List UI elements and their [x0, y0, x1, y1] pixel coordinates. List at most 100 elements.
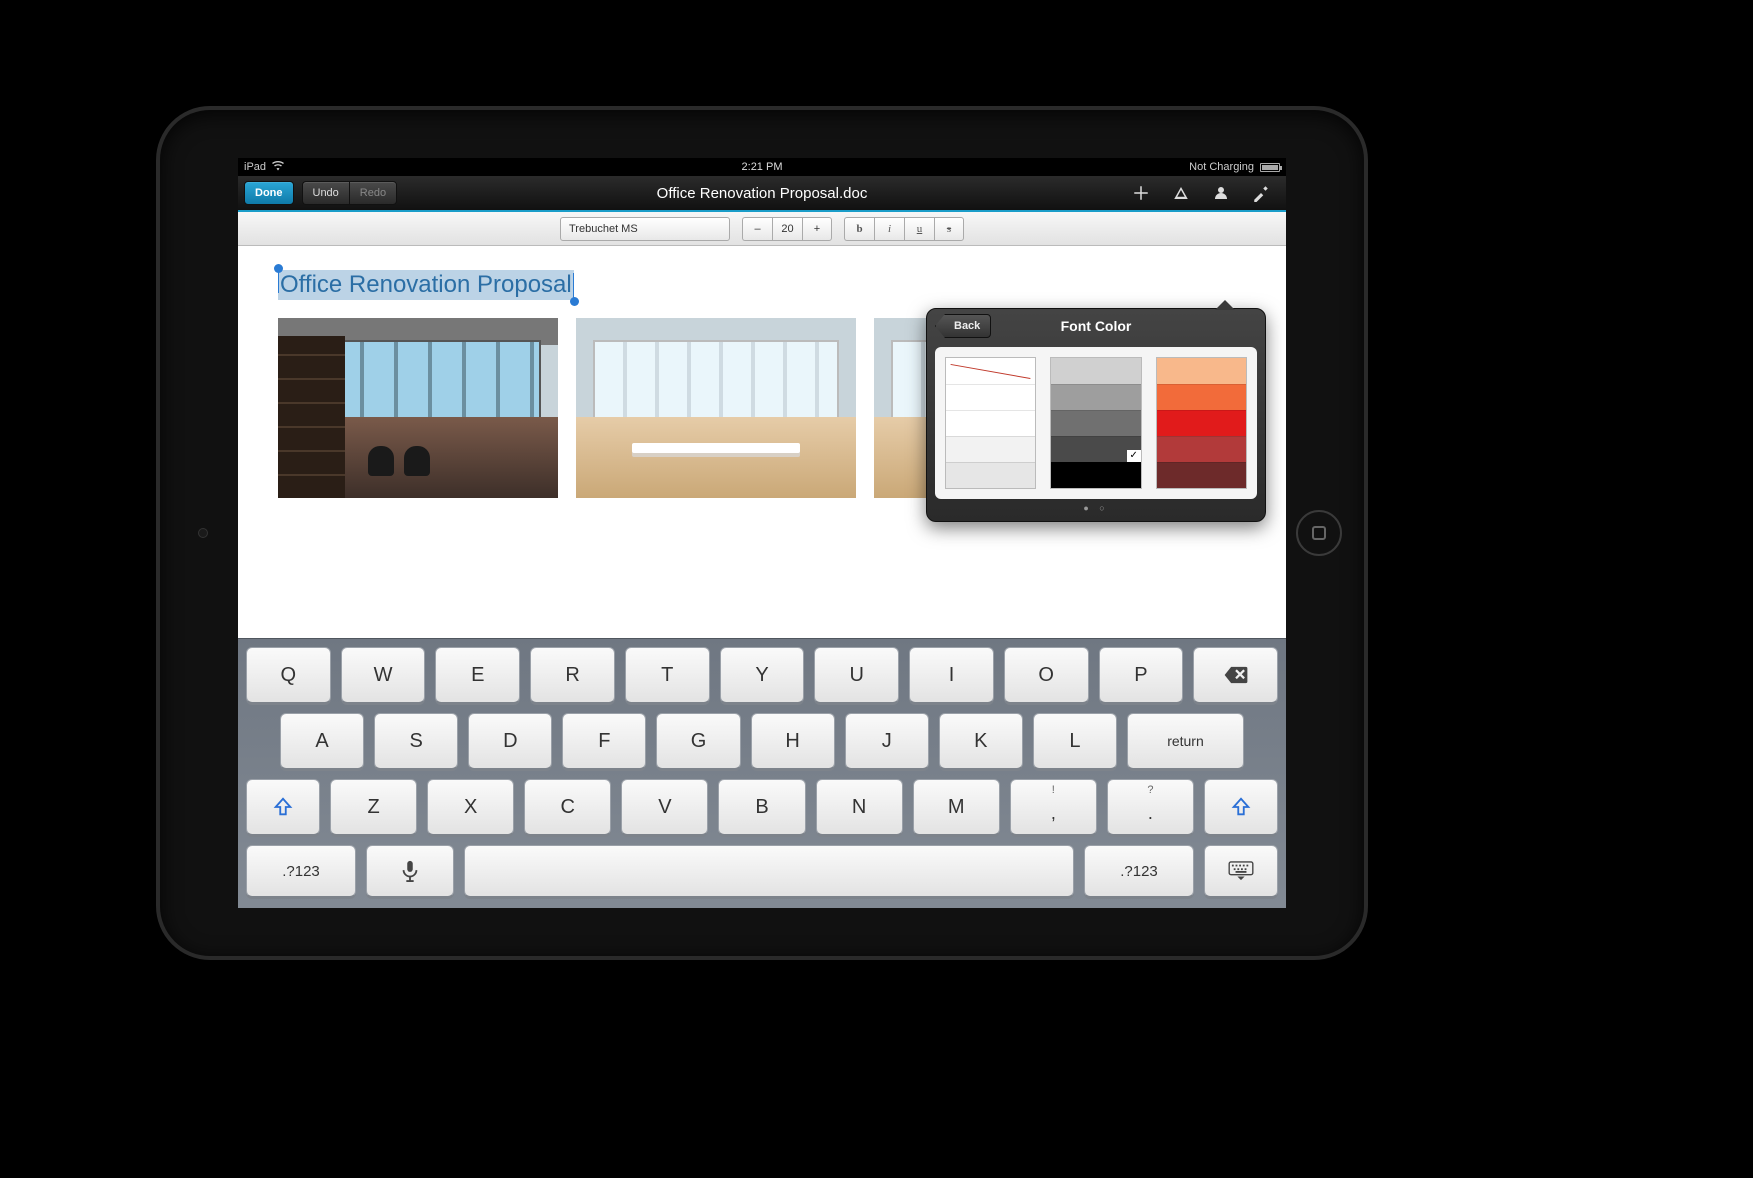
color-swatch[interactable]	[1051, 462, 1140, 488]
key-h[interactable]: H	[751, 713, 835, 769]
key-punct[interactable]: !,	[1010, 779, 1097, 835]
font-size-group: – 20 +	[742, 217, 832, 241]
add-icon[interactable]	[1132, 184, 1150, 202]
key-q[interactable]: Q	[246, 647, 331, 703]
key-t[interactable]: T	[625, 647, 710, 703]
font-selector[interactable]: Trebuchet MS	[560, 217, 730, 241]
key-row-4: .?123 .?123	[246, 845, 1278, 897]
color-swatch[interactable]	[946, 358, 1035, 384]
color-swatch[interactable]	[1157, 384, 1246, 410]
key-s[interactable]: S	[374, 713, 458, 769]
space-key[interactable]	[464, 845, 1074, 897]
key-row-2: ASDFGHJKLreturn	[246, 713, 1278, 769]
font-size-value[interactable]: 20	[772, 217, 802, 241]
selection-handle-end[interactable]	[570, 297, 579, 306]
screen: iPad 2:21 PM Not Charging Done Undo Redo…	[238, 158, 1286, 908]
increase-size-button[interactable]: +	[802, 217, 832, 241]
key-k[interactable]: K	[939, 713, 1023, 769]
key-u[interactable]: U	[814, 647, 899, 703]
strike-button[interactable]: s	[934, 217, 964, 241]
image-2[interactable]	[576, 318, 856, 498]
home-button[interactable]	[1296, 510, 1342, 556]
swatch-column-1	[945, 357, 1036, 489]
numbers-key[interactable]: .?123	[246, 845, 356, 897]
charge-status: Not Charging	[1189, 161, 1254, 173]
app-navbar: Done Undo Redo Office Renovation Proposa…	[238, 176, 1286, 212]
back-button[interactable]: Back	[935, 314, 991, 338]
key-row-1: QWERTYUIOP	[246, 647, 1278, 703]
color-swatch[interactable]	[1157, 462, 1246, 488]
undo-redo-group: Undo Redo	[302, 181, 398, 205]
color-swatch[interactable]	[1157, 358, 1246, 384]
numbers-key[interactable]: .?123	[1084, 845, 1194, 897]
key-o[interactable]: O	[1004, 647, 1089, 703]
color-swatch[interactable]	[1051, 384, 1140, 410]
document-canvas[interactable]: Office Renovation Proposal	[238, 246, 1286, 638]
color-swatch[interactable]	[946, 384, 1035, 410]
style-group: b i u s	[844, 217, 964, 241]
italic-button[interactable]: i	[874, 217, 904, 241]
color-swatch[interactable]	[946, 410, 1035, 436]
selected-heading[interactable]: Office Renovation Proposal	[278, 270, 574, 300]
key-j[interactable]: J	[845, 713, 929, 769]
redo-button[interactable]: Redo	[349, 181, 397, 205]
key-z[interactable]: Z	[330, 779, 417, 835]
color-swatch[interactable]	[946, 436, 1035, 462]
battery-icon	[1260, 163, 1280, 172]
return-key[interactable]: return	[1127, 713, 1244, 769]
color-swatch[interactable]	[946, 462, 1035, 488]
key-m[interactable]: M	[913, 779, 1000, 835]
key-g[interactable]: G	[656, 713, 740, 769]
key-punct[interactable]: ?.	[1107, 779, 1194, 835]
key-r[interactable]: R	[530, 647, 615, 703]
undo-button[interactable]: Undo	[302, 181, 349, 205]
color-swatch[interactable]	[1051, 358, 1140, 384]
ipad-frame: iPad 2:21 PM Not Charging Done Undo Redo…	[160, 110, 1364, 956]
backspace-key[interactable]	[1193, 647, 1278, 703]
underline-button[interactable]: u	[904, 217, 934, 241]
bold-button[interactable]: b	[844, 217, 874, 241]
check-icon: ✓	[1127, 450, 1141, 462]
key-y[interactable]: Y	[720, 647, 805, 703]
onscreen-keyboard: QWERTYUIOP ASDFGHJKLreturn ZXCVBNM!,?. .…	[238, 638, 1286, 908]
key-i[interactable]: I	[909, 647, 994, 703]
status-bar: iPad 2:21 PM Not Charging	[238, 158, 1286, 176]
device-label: iPad	[244, 161, 266, 173]
key-c[interactable]: C	[524, 779, 611, 835]
key-v[interactable]: V	[621, 779, 708, 835]
key-x[interactable]: X	[427, 779, 514, 835]
swatch-column-3	[1156, 357, 1247, 489]
color-swatch[interactable]	[1157, 410, 1246, 436]
key-f[interactable]: F	[562, 713, 646, 769]
front-camera	[198, 528, 208, 538]
done-button[interactable]: Done	[244, 181, 294, 205]
font-color-popover: Back Font Color ✓ ● ○	[926, 308, 1266, 522]
color-swatch[interactable]	[1051, 410, 1140, 436]
document-title: Office Renovation Proposal.doc	[657, 185, 868, 202]
key-d[interactable]: D	[468, 713, 552, 769]
clock: 2:21 PM	[742, 161, 783, 173]
page-indicator: ● ○	[927, 503, 1265, 513]
tools-icon[interactable]	[1252, 184, 1270, 202]
image-1[interactable]	[278, 318, 558, 498]
color-swatch[interactable]: ✓	[1051, 436, 1140, 462]
collab-icon[interactable]	[1212, 184, 1230, 202]
key-p[interactable]: P	[1099, 647, 1184, 703]
key-n[interactable]: N	[816, 779, 903, 835]
heading-text: Office Renovation Proposal	[280, 271, 572, 298]
format-icon[interactable]	[1172, 184, 1190, 202]
format-toolbar: Trebuchet MS – 20 + b i u s	[238, 212, 1286, 246]
decrease-size-button[interactable]: –	[742, 217, 772, 241]
key-e[interactable]: E	[435, 647, 520, 703]
key-l[interactable]: L	[1033, 713, 1117, 769]
hide-keyboard-key[interactable]	[1204, 845, 1278, 897]
color-swatch[interactable]	[1157, 436, 1246, 462]
key-row-3: ZXCVBNM!,?.	[246, 779, 1278, 835]
shift-key[interactable]	[246, 779, 320, 835]
key-a[interactable]: A	[280, 713, 364, 769]
shift-key[interactable]	[1204, 779, 1278, 835]
dictate-key[interactable]	[366, 845, 454, 897]
key-b[interactable]: B	[718, 779, 805, 835]
popover-title: Font Color	[1061, 318, 1132, 334]
key-w[interactable]: W	[341, 647, 426, 703]
